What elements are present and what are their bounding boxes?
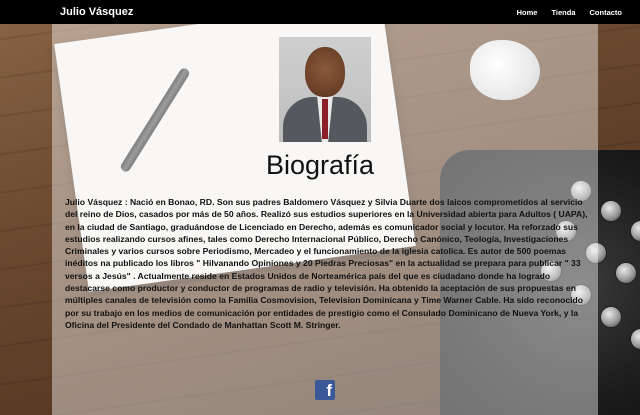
portrait-tie [322, 99, 328, 139]
typewriter-key [615, 262, 637, 284]
facebook-glyph: f [326, 381, 332, 400]
facebook-icon[interactable]: f [315, 380, 335, 400]
biography-text: Julio Vásquez : Nació en Bonao, RD. Son … [65, 197, 588, 330]
typewriter-key [600, 200, 622, 222]
site-brand[interactable]: Julio Vásquez [60, 6, 133, 18]
top-navbar: Julio Vásquez Home Tienda Contacto [0, 0, 640, 24]
nav-link-tienda[interactable]: Tienda [551, 8, 575, 17]
page-title: Biografía [265, 150, 375, 180]
nav-link-home[interactable]: Home [517, 8, 538, 17]
nav-link-contacto[interactable]: Contacto [590, 8, 623, 17]
portrait-head [305, 47, 345, 97]
author-portrait [279, 37, 371, 142]
nav-links: Home Tienda Contacto [517, 8, 622, 17]
typewriter-key [630, 328, 640, 350]
typewriter-key [630, 220, 640, 242]
typewriter-key [600, 306, 622, 328]
